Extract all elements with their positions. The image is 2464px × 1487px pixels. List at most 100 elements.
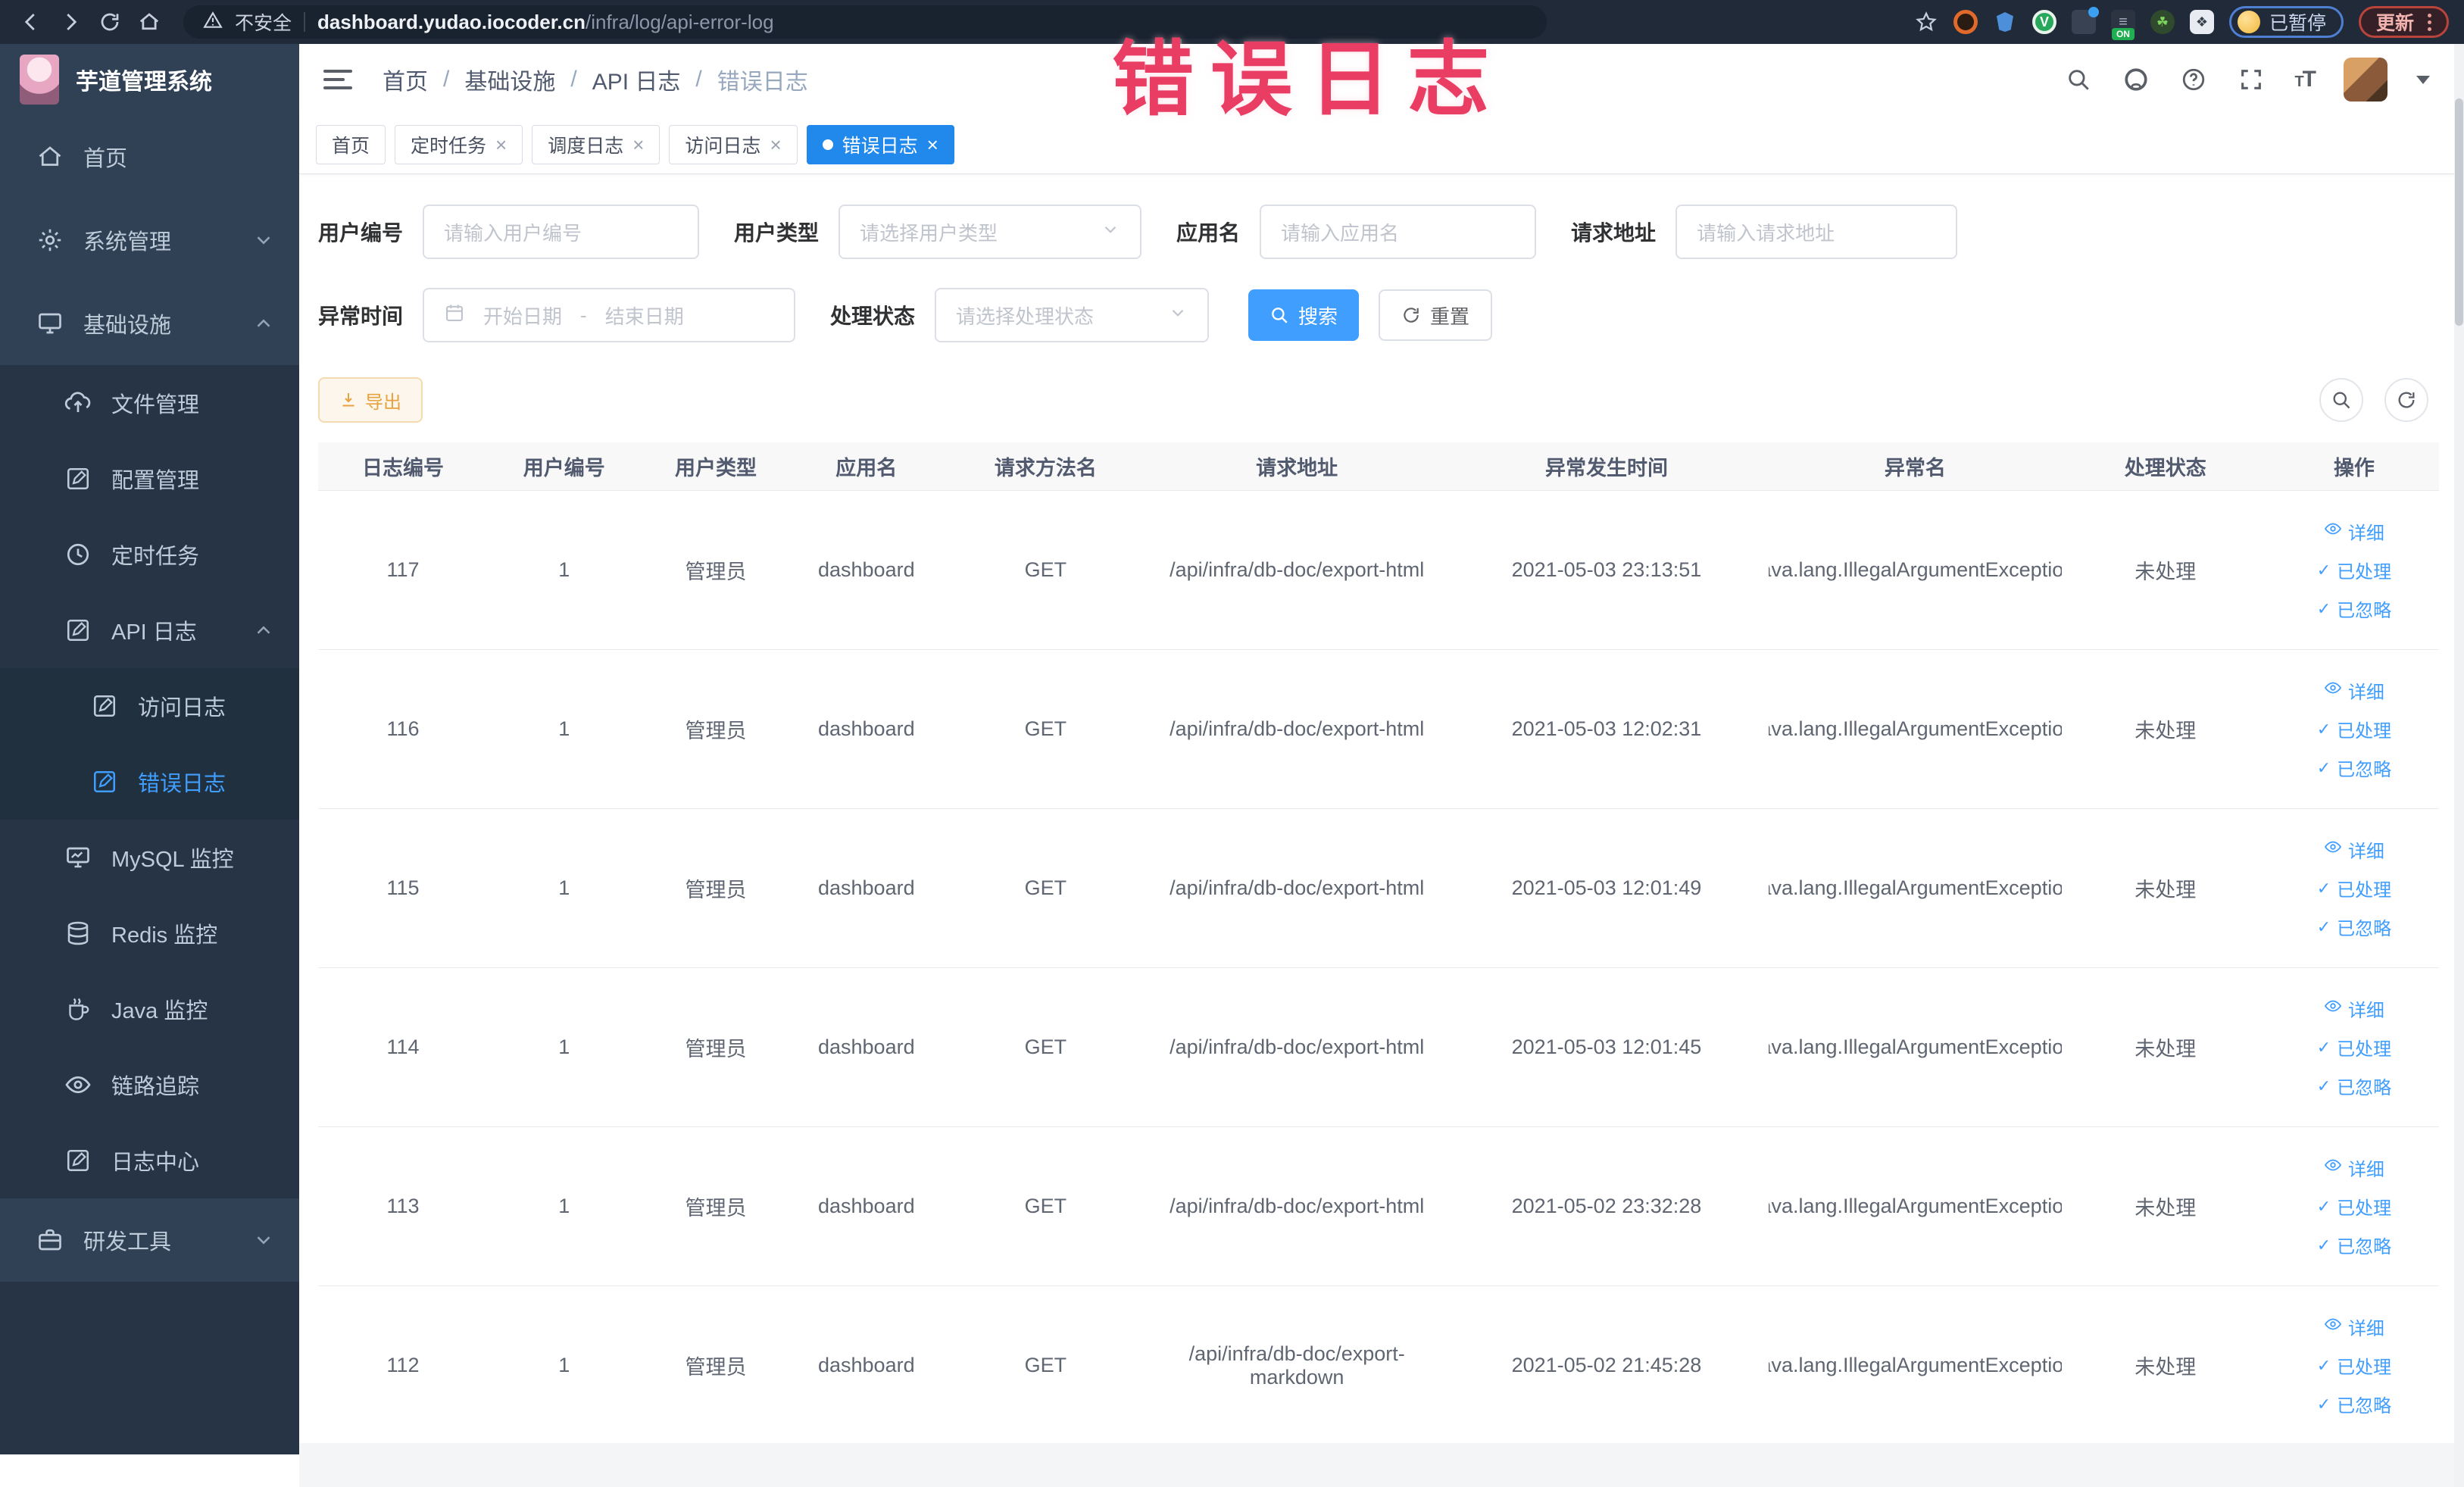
log-icon [91,768,118,795]
home-icon[interactable] [133,6,165,38]
update-button[interactable]: 更新 [2358,6,2449,38]
search-icon[interactable] [2064,65,2093,94]
action-已忽略[interactable]: ✓ 已忽略 [2317,1391,2391,1417]
avatar[interactable] [2344,58,2387,102]
tab-首页[interactable]: 首页 [316,124,386,164]
action-已忽略[interactable]: ✓ 已忽略 [2317,1232,2391,1258]
cell-user_id: 1 [558,1195,570,1217]
action-已处理[interactable]: ✓ 已处理 [2317,1193,2391,1220]
address-bar[interactable]: 不安全 dashboard.yudao.iocoder.cn/infra/log… [183,5,1547,39]
extension-leaf-icon[interactable]: ☘ [2150,10,2175,34]
sidebar-item-研发工具[interactable]: 研发工具 [0,1198,299,1282]
sidebar-item-Java-监控[interactable]: Java 监控 [0,971,299,1047]
sidebar-menu: 首页 系统管理 基础设施 文件管理 配置管理 定时任务 API 日志 访问日志 错误日志 MySQ… [0,115,299,1454]
process-status-select[interactable]: 请选择处理状态 [935,288,1210,342]
fullscreen-icon[interactable] [2237,65,2266,94]
sidebar-item-Redis-监控[interactable]: Redis 监控 [0,895,299,971]
cell-actions: 详细 ✓ 已处理 ✓ 已忽略 [2269,1286,2439,1445]
bookmark-star-icon[interactable] [1914,10,1938,34]
tab-错误日志[interactable]: 错误日志 × [806,124,954,164]
breadcrumb-item[interactable]: API 日志 [592,63,681,96]
back-icon[interactable] [15,6,47,38]
action-已忽略[interactable]: ✓ 已忽略 [2317,754,2391,781]
tab-调度日志[interactable]: 调度日志 × [532,124,661,164]
filter-label: 用户类型 [734,221,820,245]
font-size-icon[interactable]: TT [2294,67,2316,92]
browser-menu-icon[interactable] [2428,13,2431,31]
extension-shield-icon[interactable] [1993,10,2017,34]
extension-grid-icon[interactable] [2071,7,2099,34]
chevron-up-icon [252,619,275,642]
app-name-input[interactable]: 请输入应用名 [1260,205,1537,259]
check-icon: ✓ [2316,1037,2331,1057]
breadcrumb-item[interactable]: 基础设施 [464,63,555,96]
user-type-select[interactable]: 请选择用户类型 [839,205,1142,259]
action-详细[interactable]: 详细 [2324,836,2384,863]
sidebar-item-文件管理[interactable]: 文件管理 [0,365,299,441]
action-已忽略[interactable]: ✓ 已忽略 [2317,914,2391,940]
app-logo-row[interactable]: 芋道管理系统 [0,44,299,115]
tab-定时任务[interactable]: 定时任务 × [395,124,523,164]
action-已处理[interactable]: ✓ 已处理 [2317,557,2391,583]
reload-icon[interactable] [94,6,126,38]
upload-icon [64,389,92,417]
refresh-icon[interactable] [2384,378,2428,422]
github-icon[interactable] [2122,65,2150,94]
sidebar-item-首页[interactable]: 首页 [0,115,299,198]
reset-button[interactable]: 重置 [1379,289,1493,341]
request-url-input[interactable]: 请输入请求地址 [1675,205,1958,259]
breadcrumb-separator: / [695,67,702,92]
tab-label: 定时任务 [411,135,487,157]
action-已处理[interactable]: ✓ 已处理 [2317,1034,2391,1061]
user-id-input[interactable]: 请输入用户编号 [423,205,700,259]
forward-icon[interactable] [55,6,86,38]
action-详细[interactable]: 详细 [2324,995,2384,1022]
close-icon[interactable]: × [770,135,781,155]
action-详细[interactable]: 详细 [2324,677,2384,704]
sidebar-item-MySQL-监控[interactable]: MySQL 监控 [0,820,299,895]
action-详细[interactable]: 详细 [2324,1154,2384,1181]
action-已忽略[interactable]: ✓ 已忽略 [2317,595,2391,622]
breadcrumb-item[interactable]: 首页 [383,63,428,96]
help-icon[interactable] [2179,65,2208,94]
cell-status: 未处理 [2135,1356,2197,1379]
paused-pill[interactable]: 已暂停 [2228,6,2344,38]
tab-label: 访问日志 [685,135,761,157]
cell-url: /api/infra/db-doc/export-html [1170,717,1425,740]
collapse-sidebar-icon[interactable] [323,67,354,92]
action-详细[interactable]: 详细 [2324,518,2384,545]
sidebar-item-API-日志[interactable]: API 日志 [0,592,299,668]
scrollbar-thumb[interactable] [2455,98,2463,326]
sidebar-item-日志中心[interactable]: 日志中心 [0,1123,299,1198]
sidebar-item-定时任务[interactable]: 定时任务 [0,517,299,592]
sidebar-filler [0,1282,299,1454]
check-icon: ✓ [2316,1394,2331,1414]
extension-on-icon[interactable]: ≡ ON [2110,10,2135,40]
scrollbar-track[interactable] [2454,44,2464,1487]
export-button[interactable]: 导出 [318,377,423,423]
action-已处理[interactable]: ✓ 已处理 [2317,716,2391,742]
toggle-search-icon[interactable] [2319,378,2363,422]
action-详细[interactable]: 详细 [2324,1314,2384,1340]
action-已忽略[interactable]: ✓ 已忽略 [2317,1073,2391,1099]
sidebar-item-错误日志[interactable]: 错误日志 [0,744,299,820]
search-button[interactable]: 搜索 [1248,289,1360,341]
date-range-input[interactable]: 开始日期 - 结束日期 [423,288,796,342]
sidebar-item-基础设施[interactable]: 基础设施 [0,282,299,365]
close-icon[interactable]: × [495,135,507,155]
browser-actions: V ≡ ON ☘ ❖ 已暂停 更新 [1914,6,2449,40]
extension-orange-icon[interactable] [1953,10,1978,34]
chevron-down-icon[interactable] [2416,75,2430,84]
sidebar-item-配置管理[interactable]: 配置管理 [0,441,299,517]
action-已处理[interactable]: ✓ 已处理 [2317,875,2391,901]
sidebar-item-系统管理[interactable]: 系统管理 [0,198,299,282]
sidebar-item-访问日志[interactable]: 访问日志 [0,668,299,744]
close-icon[interactable]: × [632,135,644,155]
close-icon[interactable]: × [927,135,938,155]
extension-v-icon[interactable]: V [2031,10,2056,34]
tab-访问日志[interactable]: 访问日志 × [669,124,798,164]
cell-time: 2021-05-03 12:01:45 [1511,1036,1702,1058]
extensions-puzzle-icon[interactable]: ❖ [2189,10,2214,34]
sidebar-item-链路追踪[interactable]: 链路追踪 [0,1047,299,1123]
action-已处理[interactable]: ✓ 已处理 [2317,1352,2391,1379]
